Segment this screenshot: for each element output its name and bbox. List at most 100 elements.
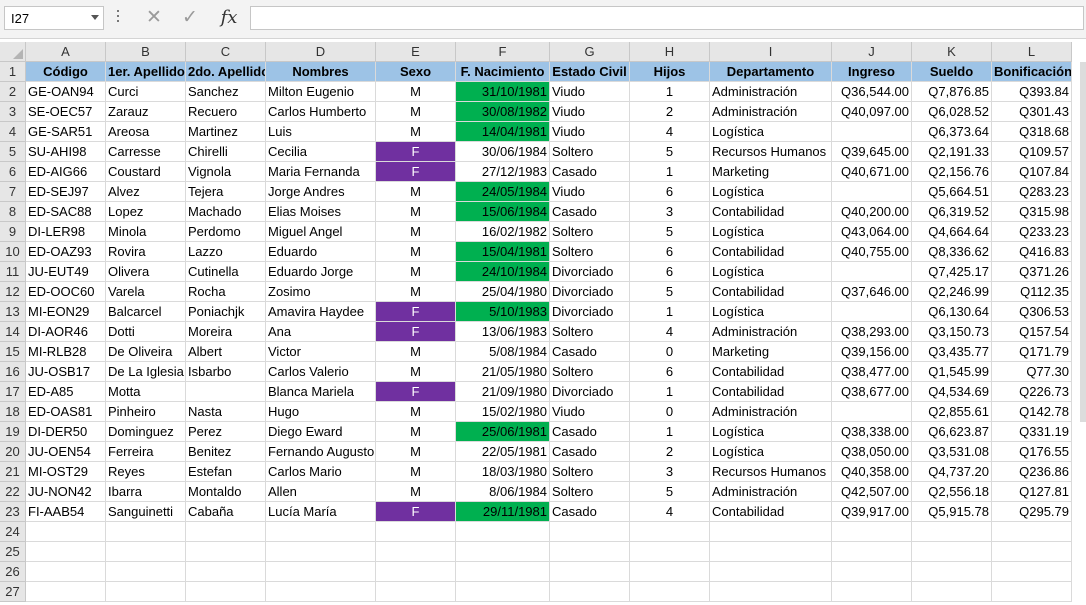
row-header[interactable]: 25	[0, 542, 26, 562]
table-cell[interactable]: ED-SAC88	[26, 202, 106, 222]
table-cell[interactable]: Q6,623.87	[912, 422, 992, 442]
table-cell[interactable]: M	[376, 122, 456, 142]
column-header[interactable]: K	[912, 42, 992, 62]
row-header[interactable]: 21	[0, 462, 26, 482]
select-all-button[interactable]	[0, 42, 26, 62]
table-cell[interactable]: 6	[630, 242, 710, 262]
table-cell[interactable]: Zarauz	[106, 102, 186, 122]
empty-cell[interactable]	[630, 522, 710, 542]
table-cell[interactable]	[832, 402, 912, 422]
row-header[interactable]: 9	[0, 222, 26, 242]
table-cell[interactable]: Martinez	[186, 122, 266, 142]
table-cell[interactable]: Q39,645.00	[832, 142, 912, 162]
row-header[interactable]: 7	[0, 182, 26, 202]
table-cell[interactable]: Q7,876.85	[912, 82, 992, 102]
table-cell[interactable]: Soltero	[550, 222, 630, 242]
table-cell[interactable]: M	[376, 342, 456, 362]
empty-cell[interactable]	[266, 562, 376, 582]
table-cell[interactable]: 1	[630, 422, 710, 442]
table-cell[interactable]: Logística	[710, 442, 832, 462]
table-cell[interactable]: Q226.73	[992, 382, 1072, 402]
table-cell[interactable]: 27/12/1983	[456, 162, 550, 182]
table-cell[interactable]: ED-OOC60	[26, 282, 106, 302]
row-header[interactable]: 2	[0, 82, 26, 102]
table-cell[interactable]: Montaldo	[186, 482, 266, 502]
table-cell[interactable]: Balcarcel	[106, 302, 186, 322]
table-cell[interactable]: Logística	[710, 122, 832, 142]
table-cell[interactable]: Divorciado	[550, 302, 630, 322]
table-cell[interactable]: Perdomo	[186, 222, 266, 242]
table-cell[interactable]: Varela	[106, 282, 186, 302]
table-cell[interactable]: Contabilidad	[710, 362, 832, 382]
table-cell[interactable]: 30/06/1984	[456, 142, 550, 162]
empty-cell[interactable]	[186, 542, 266, 562]
table-cell[interactable]: Victor	[266, 342, 376, 362]
name-box[interactable]: I27	[4, 6, 104, 30]
table-cell[interactable]: F	[376, 502, 456, 522]
table-cell[interactable]: Areosa	[106, 122, 186, 142]
empty-cell[interactable]	[710, 582, 832, 602]
table-cell[interactable]: 6	[630, 362, 710, 382]
table-cell[interactable]: Chirelli	[186, 142, 266, 162]
empty-cell[interactable]	[456, 522, 550, 542]
table-cell[interactable]: Q38,477.00	[832, 362, 912, 382]
table-cell[interactable]: Contabilidad	[710, 282, 832, 302]
table-cell[interactable]: ED-AIG66	[26, 162, 106, 182]
table-cell[interactable]: Q4,737.20	[912, 462, 992, 482]
table-cell[interactable]: JU-OSB17	[26, 362, 106, 382]
table-header-cell[interactable]: Estado Civil	[550, 62, 630, 82]
table-cell[interactable]: Q2,156.76	[912, 162, 992, 182]
table-cell[interactable]: 15/06/1984	[456, 202, 550, 222]
table-cell[interactable]: Soltero	[550, 242, 630, 262]
table-cell[interactable]: 22/05/1981	[456, 442, 550, 462]
table-cell[interactable]: Q77.30	[992, 362, 1072, 382]
table-cell[interactable]: Pinheiro	[106, 402, 186, 422]
row-header[interactable]: 8	[0, 202, 26, 222]
table-cell[interactable]: Carlos Mario	[266, 462, 376, 482]
table-cell[interactable]: Q8,336.62	[912, 242, 992, 262]
table-cell[interactable]: Q42,507.00	[832, 482, 912, 502]
empty-cell[interactable]	[106, 582, 186, 602]
table-cell[interactable]: M	[376, 362, 456, 382]
empty-cell[interactable]	[186, 562, 266, 582]
table-cell[interactable]: Q371.26	[992, 262, 1072, 282]
table-cell[interactable]: Casado	[550, 422, 630, 442]
table-cell[interactable]: Miguel Angel	[266, 222, 376, 242]
table-cell[interactable]: 3	[630, 462, 710, 482]
table-cell[interactable]: 31/10/1981	[456, 82, 550, 102]
row-header[interactable]: 27	[0, 582, 26, 602]
table-cell[interactable]: 6	[630, 262, 710, 282]
table-cell[interactable]: MI-RLB28	[26, 342, 106, 362]
table-cell[interactable]: Dotti	[106, 322, 186, 342]
table-cell[interactable]: Minola	[106, 222, 186, 242]
empty-cell[interactable]	[710, 542, 832, 562]
table-cell[interactable]: Q39,156.00	[832, 342, 912, 362]
table-cell[interactable]: 25/06/1981	[456, 422, 550, 442]
table-cell[interactable]: Jorge Andres	[266, 182, 376, 202]
table-cell[interactable]: De La Iglesia	[106, 362, 186, 382]
empty-cell[interactable]	[630, 562, 710, 582]
table-cell[interactable]: Divorciado	[550, 262, 630, 282]
table-cell[interactable]: Cutinella	[186, 262, 266, 282]
cancel-icon[interactable]: ✕	[140, 6, 168, 30]
table-cell[interactable]: 30/08/1982	[456, 102, 550, 122]
table-cell[interactable]: ED-SEJ97	[26, 182, 106, 202]
table-cell[interactable]: Q283.23	[992, 182, 1072, 202]
table-cell[interactable]: 5/10/1983	[456, 302, 550, 322]
table-cell[interactable]: Q37,646.00	[832, 282, 912, 302]
table-cell[interactable]: 15/02/1980	[456, 402, 550, 422]
table-cell[interactable]: Sanguinetti	[106, 502, 186, 522]
table-cell[interactable]: M	[376, 82, 456, 102]
table-cell[interactable]: DI-LER98	[26, 222, 106, 242]
table-cell[interactable]: Carresse	[106, 142, 186, 162]
insert-function-icon[interactable]: fx	[214, 5, 244, 31]
table-cell[interactable]: Q38,338.00	[832, 422, 912, 442]
table-cell[interactable]: Sanchez	[186, 82, 266, 102]
table-cell[interactable]: Q4,664.64	[912, 222, 992, 242]
table-cell[interactable]: Q3,435.77	[912, 342, 992, 362]
empty-cell[interactable]	[456, 582, 550, 602]
table-cell[interactable]: Q315.98	[992, 202, 1072, 222]
table-cell[interactable]: Q6,319.52	[912, 202, 992, 222]
table-cell[interactable]: Divorciado	[550, 382, 630, 402]
empty-cell[interactable]	[550, 582, 630, 602]
